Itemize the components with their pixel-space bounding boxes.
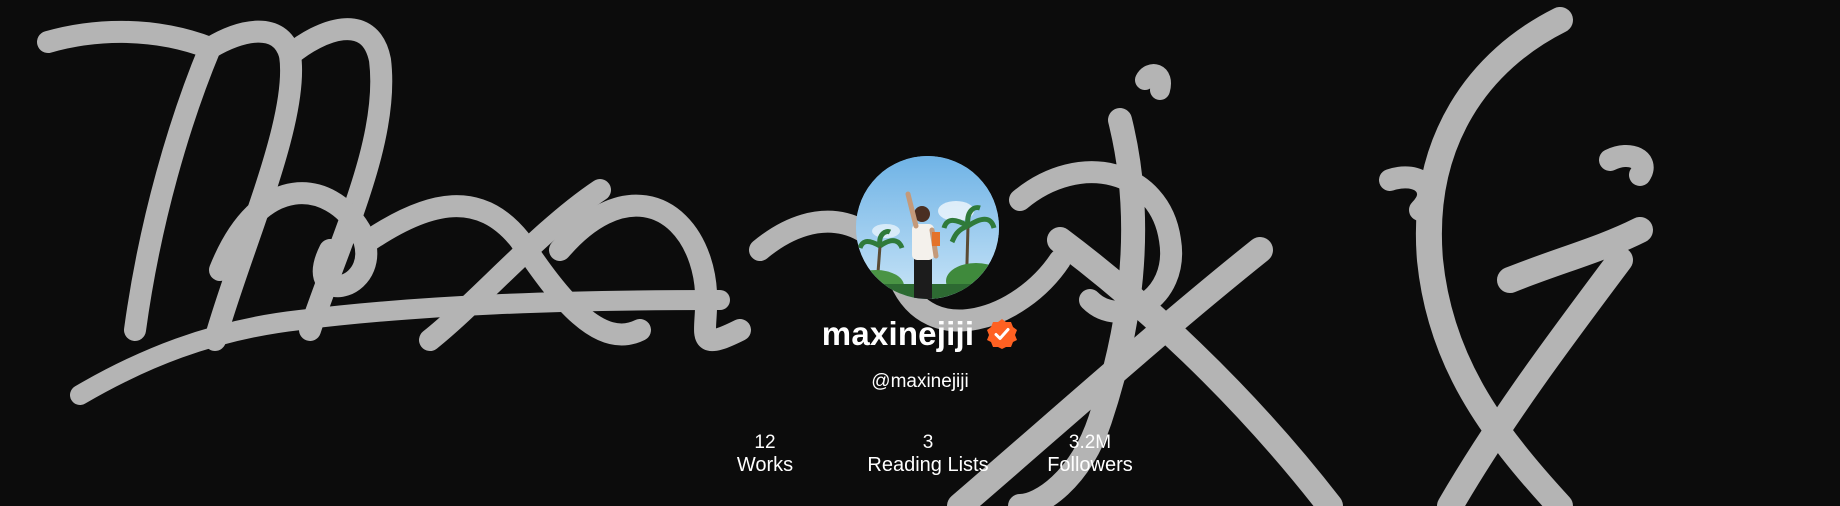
profile-header: maxinejiji @maxinejiji 12 Works 3 Readin… <box>0 0 1840 506</box>
display-name[interactable]: maxinejiji <box>822 315 974 353</box>
username-handle: @maxinejiji <box>871 371 969 392</box>
profile-photo-icon <box>856 156 999 299</box>
name-row: maxinejiji <box>0 312 1840 356</box>
verified-badge-icon <box>986 318 1018 350</box>
avatar[interactable] <box>856 156 999 299</box>
followers-count: 3.2M <box>1068 432 1112 453</box>
profile-stats: 12 Works 3 Reading Lists 3.2M Followers <box>0 432 1840 492</box>
stat-followers[interactable]: 3.2M Followers <box>990 432 1190 476</box>
followers-label: Followers <box>1047 454 1133 476</box>
